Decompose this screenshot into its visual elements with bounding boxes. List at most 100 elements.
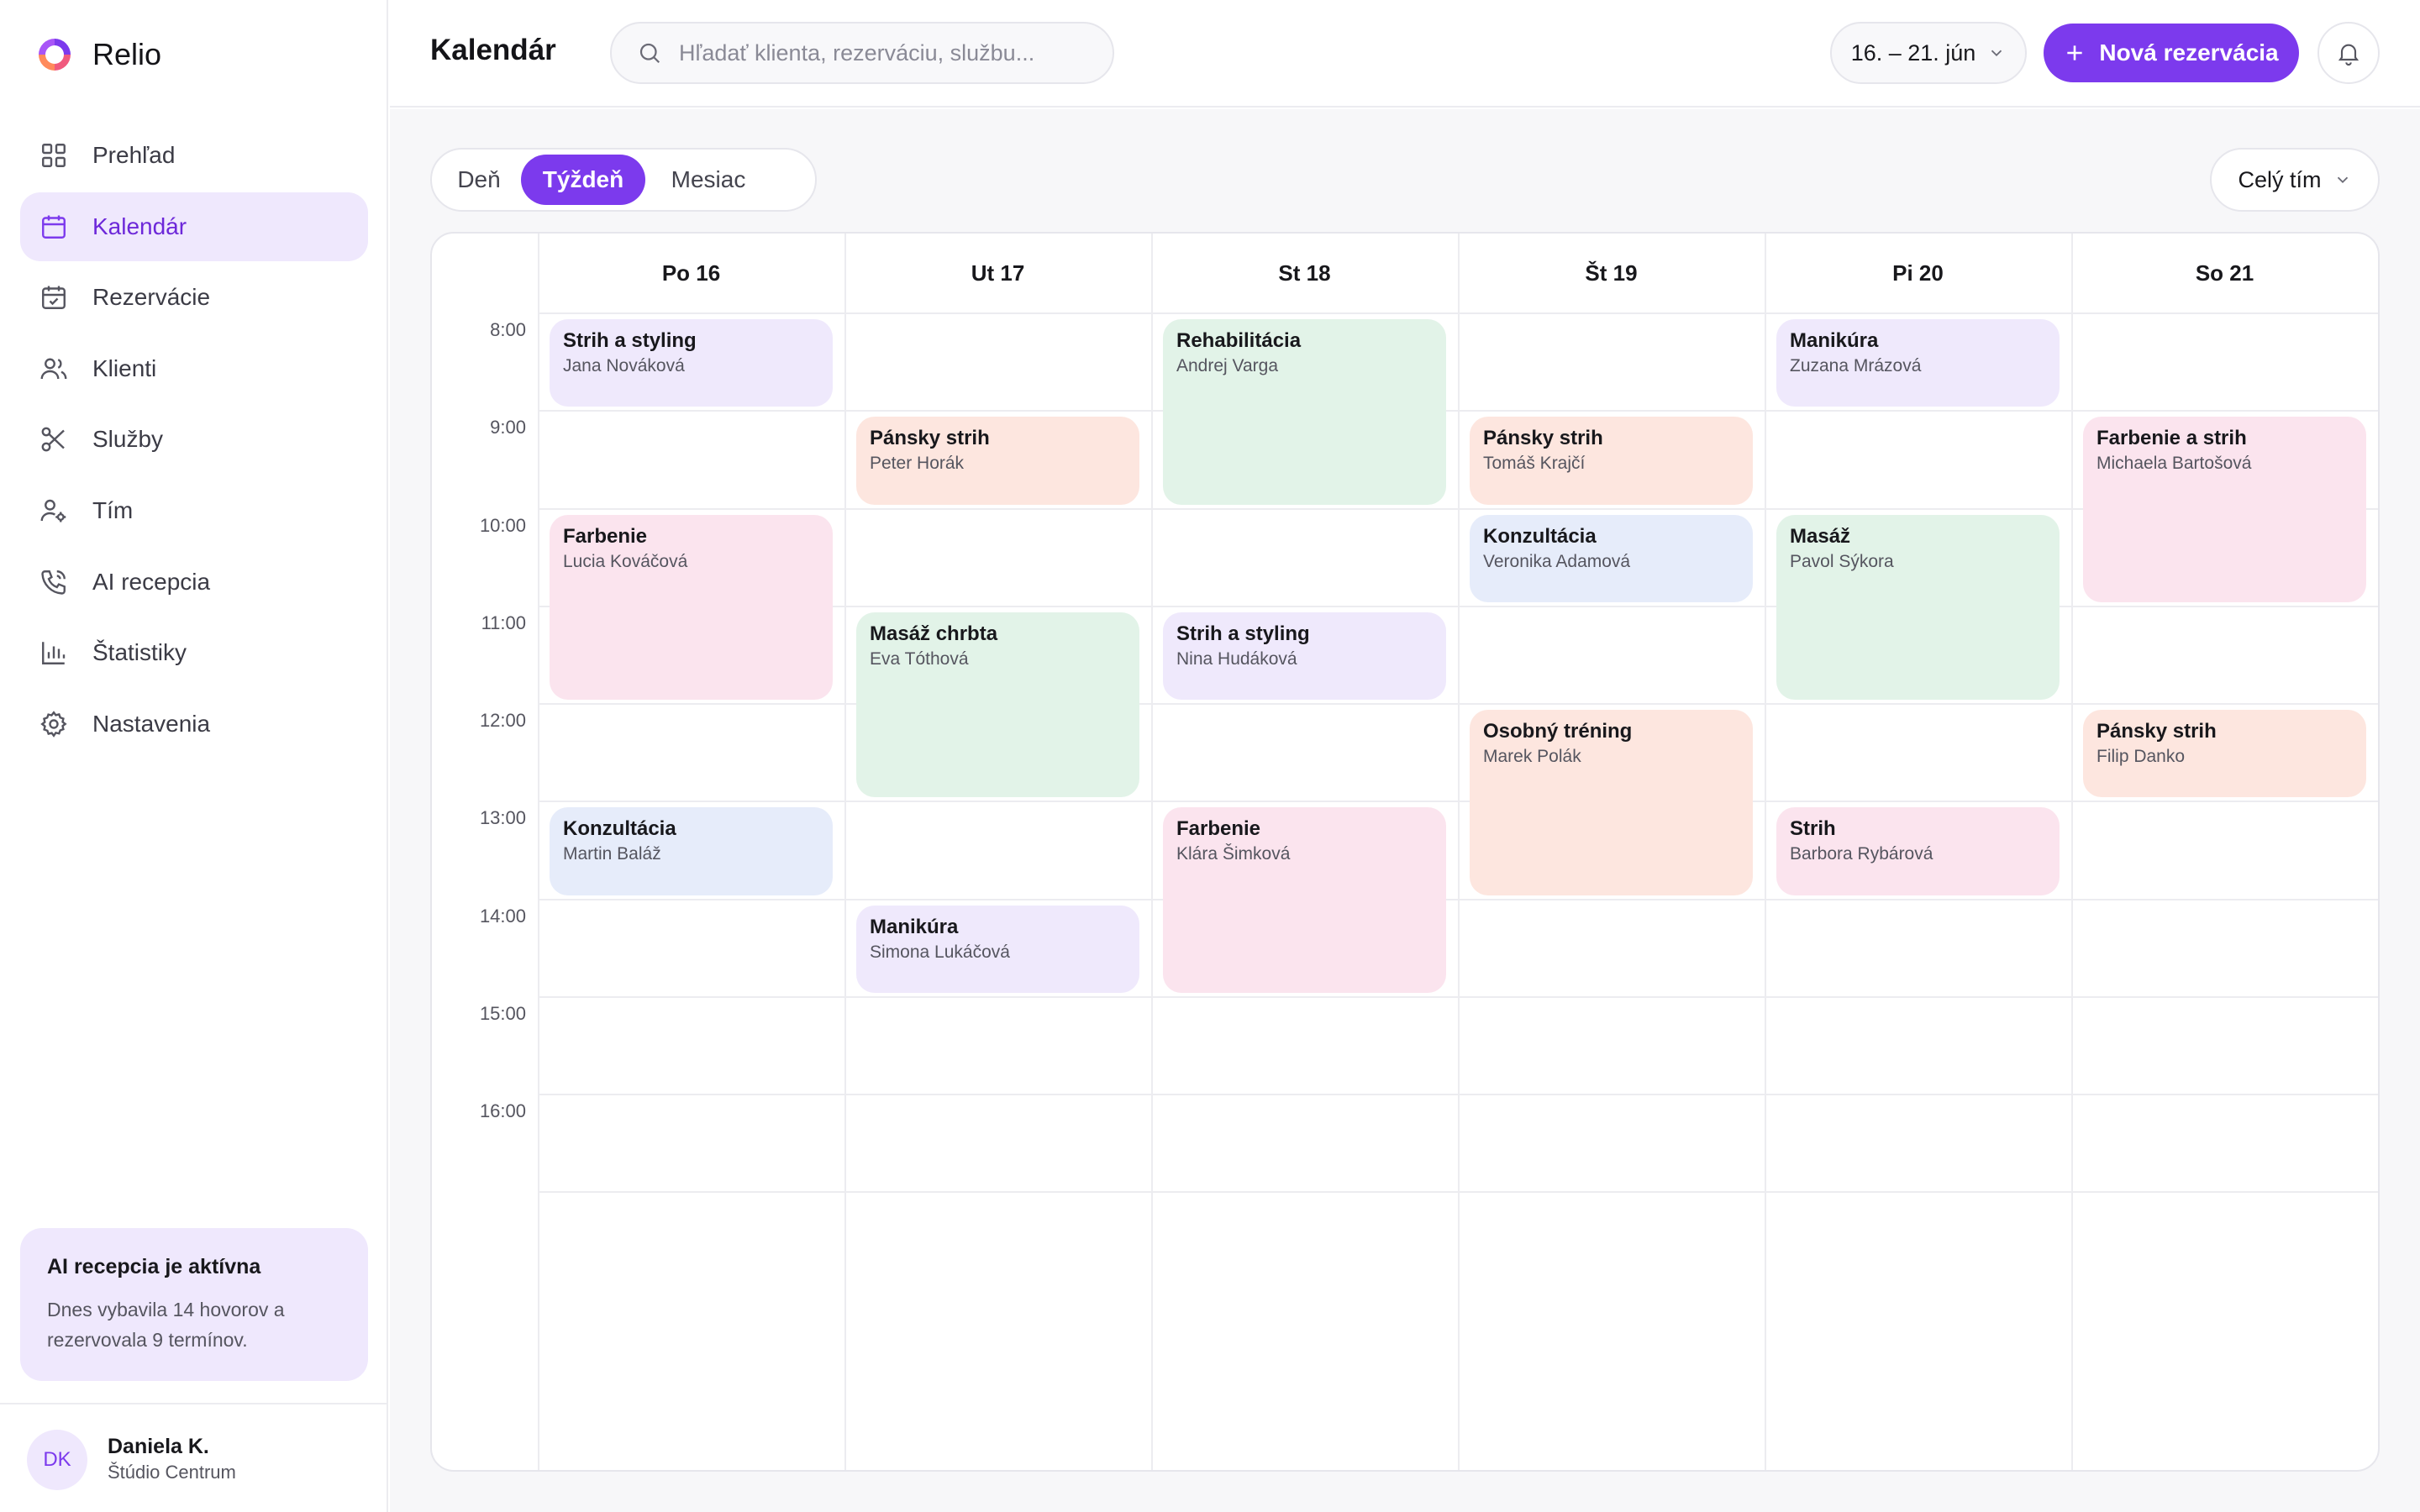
calendar-event[interactable]: Strih a styling Jana Nováková	[550, 319, 833, 407]
calendar-event[interactable]: Konzultácia Martin Baláž	[550, 807, 833, 895]
grid-hour-line	[538, 898, 2378, 900]
event-client: Filip Danko	[2096, 747, 2186, 766]
time-label: 8:00	[490, 319, 526, 340]
calendar-event[interactable]: Farbenie Klára Šimková	[1163, 807, 1446, 993]
search-box[interactable]	[610, 22, 1114, 84]
event-client: Marek Polák	[1483, 747, 1581, 766]
day-header[interactable]: St 18	[1151, 234, 1458, 312]
main-content: Deň Týždeň Mesiac Celý tím Po 16 Ut 17 St …	[390, 109, 2420, 1512]
day-header[interactable]: Pi 20	[1765, 234, 2071, 312]
grid-hour-line	[538, 995, 2378, 998]
calendar-event[interactable]: Farbenie a strih Michaela Bartošová	[2083, 417, 2366, 602]
week-calendar: Po 16 Ut 17 St 18 Št 19 Pi 20 So 21 8:00 9:00 10…	[430, 232, 2380, 1472]
time-label: 10:00	[479, 514, 526, 536]
event-client: Simona Lukáčová	[870, 942, 1010, 962]
bar-chart-icon	[39, 638, 69, 668]
relio-logo-icon	[39, 39, 71, 71]
calendar-event[interactable]: Pánsky strih Tomáš Krajčí	[1470, 417, 1753, 505]
calendar-check-icon	[39, 282, 69, 312]
event-client: Martin Baláž	[563, 844, 661, 864]
sidebar-item-sluzby[interactable]: Služby	[20, 405, 368, 474]
calendar-event[interactable]: Manikúra Simona Lukáčová	[856, 905, 1139, 993]
team-filter-label: Celý tím	[2238, 166, 2322, 192]
sidebar-item-prehlad[interactable]: Prehľad	[20, 121, 368, 190]
grid-column-line	[538, 234, 539, 1470]
calendar-event[interactable]: Rehabilitácia Andrej Varga	[1163, 319, 1446, 505]
sidebar-item-statistiky[interactable]: Štatistiky	[20, 618, 368, 687]
event-title: Strih a styling	[563, 329, 697, 352]
sidebar-item-label: Služby	[92, 426, 164, 453]
brand-name: Relio	[92, 37, 162, 71]
event-title: Rehabilitácia	[1176, 329, 1302, 352]
sidebar-item-label: Štatistiky	[92, 639, 187, 666]
event-title: Farbenie	[1176, 817, 1261, 841]
event-title: Konzultácia	[1483, 524, 1597, 548]
event-client: Veronika Adamová	[1483, 551, 1631, 571]
date-range-select[interactable]: 16. – 21. jún	[1830, 22, 2027, 84]
sidebar-item-rezervacie[interactable]: Rezervácie	[20, 263, 368, 332]
event-title: Osobný tréning	[1483, 720, 1633, 743]
team-icon	[39, 496, 69, 526]
new-reservation-label: Nová rezervácia	[2099, 39, 2279, 66]
calendar-event[interactable]: Konzultácia Veronika Adamová	[1470, 514, 1753, 602]
day-header[interactable]: Ut 17	[844, 234, 1151, 312]
event-client: Eva Tóthová	[870, 648, 969, 669]
grid-column-line	[1765, 234, 1766, 1470]
calendar-event[interactable]: Masáž chrbta Eva Tóthová	[856, 612, 1139, 798]
calendar-event[interactable]: Manikúra Zuzana Mrázová	[1776, 319, 2060, 407]
event-client: Barbora Rybárová	[1790, 844, 1933, 864]
scissors-icon	[39, 424, 69, 454]
day-header[interactable]: Po 16	[538, 234, 844, 312]
search-input[interactable]	[679, 39, 1099, 66]
grid-header-line	[538, 312, 2378, 314]
ai-reception-card[interactable]: AI recepcia je aktívna Dnes vybavila 14 …	[20, 1228, 368, 1381]
calendar-icon	[39, 212, 69, 242]
calendar-event[interactable]: Osobný tréning Marek Polák	[1470, 710, 1753, 895]
grid-hour-line	[538, 410, 2378, 412]
sidebar-item-label: Nastavenia	[92, 710, 211, 737]
brand[interactable]: Relio	[39, 35, 161, 74]
sidebar-item-nastavenia[interactable]: Nastavenia	[20, 690, 368, 759]
calendar-event[interactable]: Pánsky strih Filip Danko	[2083, 710, 2366, 798]
view-switcher: Deň Týždeň Mesiac	[430, 148, 817, 212]
event-title: Farbenie a strih	[2096, 427, 2247, 450]
day-header[interactable]: Št 19	[1458, 234, 1765, 312]
calendar-event[interactable]: Pánsky strih Peter Horák	[856, 417, 1139, 505]
event-title: Manikúra	[1790, 329, 1879, 352]
calendar-event[interactable]: Farbenie Lucia Kováčová	[550, 514, 833, 700]
sidebar-item-kalendar[interactable]: Kalendár	[20, 192, 368, 261]
grid-column-line	[1151, 234, 1153, 1470]
event-client: Lucia Kováčová	[563, 551, 688, 571]
user-profile[interactable]: DK Daniela K. Štúdio Centrum	[0, 1403, 387, 1512]
tab-month[interactable]: Mesiac	[645, 155, 771, 205]
event-title: Pánsky strih	[1483, 427, 1603, 450]
sidebar-item-label: Prehľad	[92, 142, 176, 168]
time-label: 16:00	[479, 1100, 526, 1121]
page-title: Kalendár	[430, 34, 556, 66]
day-header[interactable]: So 21	[2071, 234, 2378, 312]
calendar-event[interactable]: Masáž Pavol Sýkora	[1776, 514, 2060, 700]
time-label: 9:00	[490, 417, 526, 438]
user-name: Daniela K.	[108, 1435, 209, 1458]
sidebar-nav: Prehľad Kalendár Rezervácie Klienti Služ…	[20, 121, 368, 760]
event-title: Masáž	[1790, 524, 1851, 548]
user-business: Štúdio Centrum	[108, 1462, 236, 1483]
notifications-button[interactable]	[2317, 22, 2380, 84]
sidebar-item-klienti[interactable]: Klienti	[20, 334, 368, 403]
new-reservation-button[interactable]: Nová rezervácia	[2044, 24, 2299, 82]
search-icon	[639, 43, 660, 64]
event-client: Andrej Varga	[1176, 356, 1279, 375]
sidebar-item-tim[interactable]: Tím	[20, 476, 368, 545]
calendar-event[interactable]: Strih a styling Nina Hudáková	[1163, 612, 1446, 700]
event-title: Masáž chrbta	[870, 622, 998, 645]
time-label: 12:00	[479, 710, 526, 731]
sidebar-item-ai-recepcia[interactable]: AI recepcia	[20, 548, 368, 617]
tab-week[interactable]: Týždeň	[521, 155, 645, 205]
time-label: 11:00	[481, 612, 526, 633]
team-filter-select[interactable]: Celý tím	[2210, 148, 2380, 212]
tab-day[interactable]: Deň	[437, 155, 521, 205]
grid-column-line	[844, 234, 846, 1470]
event-client: Peter Horák	[870, 454, 965, 474]
promo-title: AI recepcia je aktívna	[47, 1255, 261, 1278]
calendar-event[interactable]: Strih Barbora Rybárová	[1776, 807, 2060, 895]
